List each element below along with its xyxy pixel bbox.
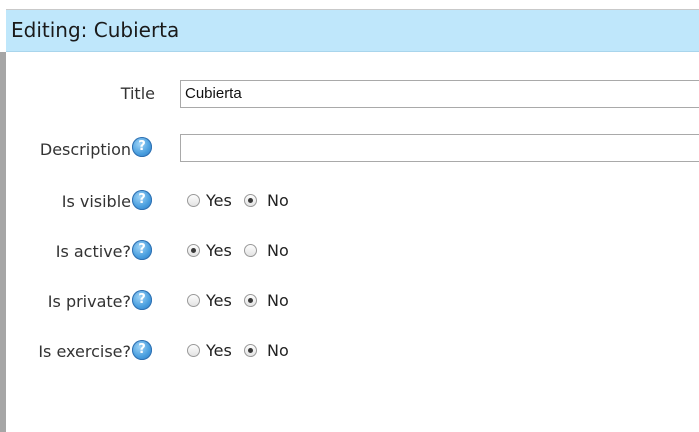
is-exercise-row: Is exercise? ? Yes No: [6, 338, 699, 368]
is-active-no-radio[interactable]: [244, 244, 257, 257]
is-visible-yes-radio[interactable]: [187, 194, 200, 207]
is-exercise-yes-radio[interactable]: [187, 344, 200, 357]
dialog-titlebar[interactable]: Editing: Cubierta: [6, 10, 699, 52]
is-private-no-radio[interactable]: [244, 294, 257, 307]
is-visible-no-label[interactable]: No: [267, 191, 289, 211]
is-visible-row: Is visible ? Yes No: [6, 188, 699, 218]
is-private-label: Is private?: [47, 292, 131, 311]
is-exercise-no-label[interactable]: No: [267, 341, 289, 361]
is-active-row: Is active? ? Yes No: [6, 238, 699, 268]
dialog-title: Editing: Cubierta: [11, 18, 180, 42]
description-label: Description: [39, 140, 131, 159]
is-exercise-yes-label[interactable]: Yes: [206, 341, 232, 361]
help-icon[interactable]: ?: [132, 340, 152, 360]
is-visible-no-radio[interactable]: [244, 194, 257, 207]
help-icon[interactable]: ?: [132, 290, 152, 310]
is-visible-label: Is visible: [61, 192, 131, 211]
is-private-yes-label[interactable]: Yes: [206, 291, 232, 311]
is-private-yes-radio[interactable]: [187, 294, 200, 307]
is-active-yes-label[interactable]: Yes: [206, 241, 232, 261]
is-active-label: Is active?: [55, 242, 131, 261]
help-icon[interactable]: ?: [132, 190, 152, 210]
is-active-no-label[interactable]: No: [267, 241, 289, 261]
title-label: Title: [120, 84, 155, 103]
description-row: Description ?: [6, 134, 699, 164]
is-exercise-label: Is exercise?: [38, 342, 131, 361]
title-row: Title Cubierta: [6, 80, 699, 110]
edit-dialog: Editing: Cubierta Title Cubierta Descrip…: [6, 9, 699, 432]
screen: Editing: Cubierta Title Cubierta Descrip…: [0, 0, 699, 432]
help-icon[interactable]: ?: [132, 137, 152, 157]
is-private-no-label[interactable]: No: [267, 291, 289, 311]
description-input[interactable]: [180, 134, 699, 162]
title-input[interactable]: Cubierta: [180, 80, 699, 108]
is-private-row: Is private? ? Yes No: [6, 288, 699, 318]
is-active-yes-radio[interactable]: [187, 244, 200, 257]
help-icon[interactable]: ?: [132, 240, 152, 260]
is-exercise-no-radio[interactable]: [244, 344, 257, 357]
is-visible-yes-label[interactable]: Yes: [206, 191, 232, 211]
